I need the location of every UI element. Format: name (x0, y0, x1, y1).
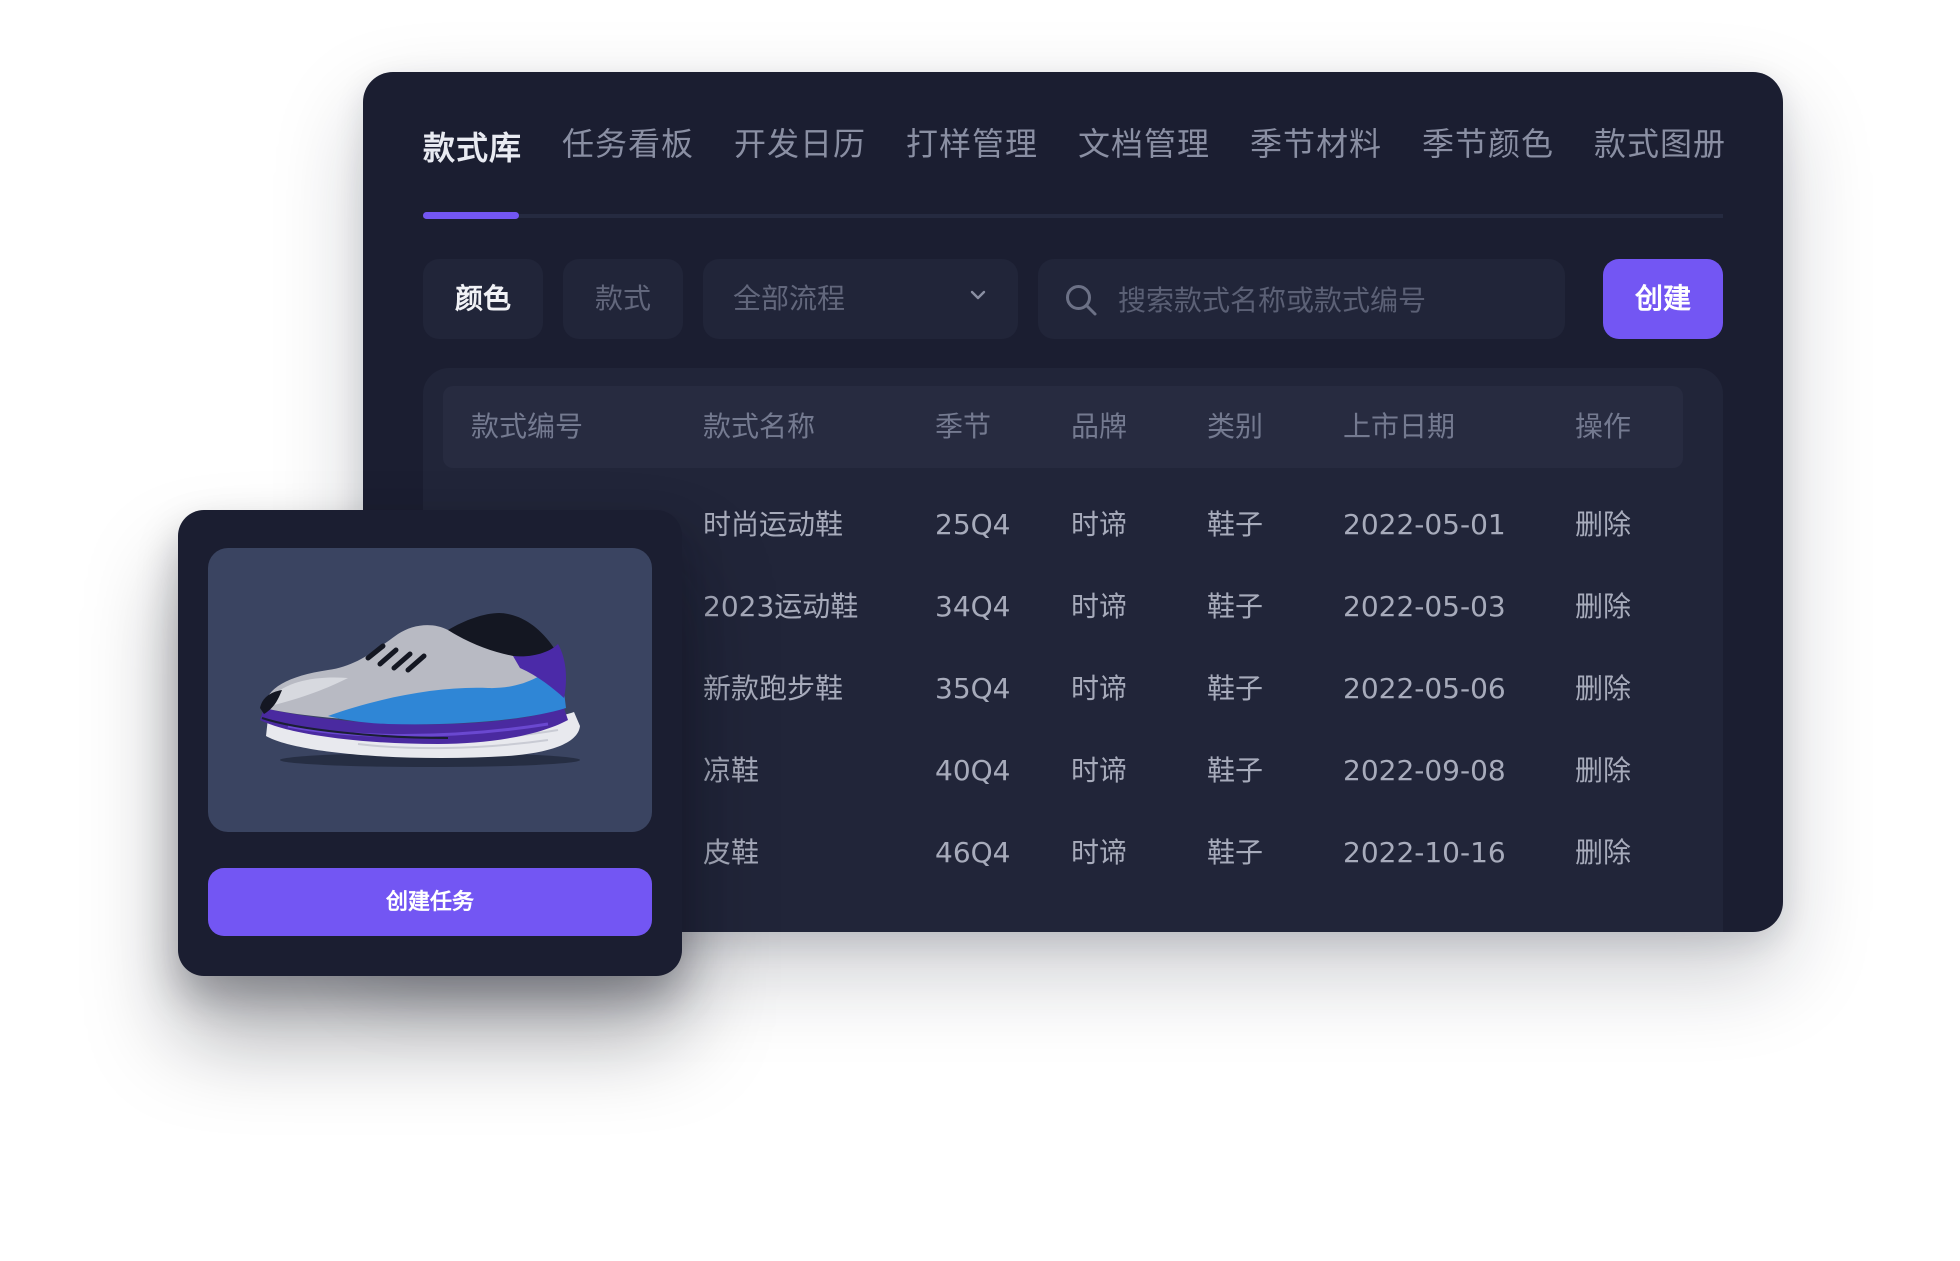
style-name-cell: 时尚运动鞋 (703, 508, 844, 541)
style-filter-chip[interactable]: 款式 (563, 259, 683, 339)
column-header-style-name: 款式名称 (703, 410, 816, 443)
tab-document-management[interactable]: 文档管理 (1078, 122, 1210, 166)
column-header-style-code: 款式编号 (471, 410, 584, 443)
tab-dev-calendar[interactable]: 开发日历 (734, 122, 866, 166)
brand-cell: 时谛 (1071, 508, 1128, 541)
launch-date-cell: 2022-05-06 (1343, 672, 1506, 705)
season-cell: 25Q4 (935, 508, 1011, 541)
delete-link[interactable]: 删除 (1575, 812, 1631, 894)
sneaker-illustration (260, 612, 580, 767)
active-tab-indicator (423, 212, 519, 219)
search-box (1038, 259, 1565, 341)
style-name-cell: 凉鞋 (703, 754, 760, 787)
season-cell: 34Q4 (935, 590, 1011, 623)
tab-season-materials[interactable]: 季节材料 (1250, 122, 1382, 166)
create-button[interactable]: 创建 (1603, 259, 1723, 339)
brand-cell: 时谛 (1071, 836, 1128, 869)
tab-style-album[interactable]: 款式图册 (1594, 122, 1726, 166)
tab-bar: 款式库 任务看板 开发日历 打样管理 文档管理 季节材料 季节颜色 款式图册 (423, 122, 1726, 192)
process-select[interactable]: 全部流程 (703, 259, 1018, 339)
column-header-category: 类别 (1207, 410, 1264, 443)
tab-style-library[interactable]: 款式库 (423, 126, 522, 170)
column-header-season: 季节 (935, 410, 992, 443)
category-cell: 鞋子 (1207, 672, 1264, 705)
season-cell: 35Q4 (935, 672, 1011, 705)
sneaker-image[interactable] (208, 548, 652, 832)
tab-sample-management[interactable]: 打样管理 (906, 122, 1038, 166)
style-preview-card: 创建任务 (178, 510, 682, 976)
brand-cell: 时谛 (1071, 672, 1128, 705)
column-header-brand: 品牌 (1071, 410, 1128, 443)
season-cell: 46Q4 (935, 836, 1011, 869)
delete-link[interactable]: 删除 (1575, 648, 1631, 730)
delete-link[interactable]: 删除 (1575, 484, 1631, 566)
table-header (443, 386, 1683, 468)
style-name-cell: 新款跑步鞋 (703, 672, 844, 705)
tab-season-colors[interactable]: 季节颜色 (1422, 122, 1554, 166)
launch-date-cell: 2022-10-16 (1343, 836, 1506, 869)
launch-date-cell: 2022-05-01 (1343, 508, 1506, 541)
column-header-launch-date: 上市日期 (1343, 410, 1456, 443)
tab-divider (423, 214, 1723, 218)
color-filter-chip[interactable]: 颜色 (423, 259, 543, 339)
launch-date-cell: 2022-09-08 (1343, 754, 1506, 787)
column-header-actions: 操作 (1575, 410, 1632, 443)
style-name-cell: 2023运动鞋 (703, 590, 859, 623)
style-name-cell: 皮鞋 (703, 836, 760, 869)
launch-date-cell: 2022-05-03 (1343, 590, 1506, 623)
create-task-button[interactable]: 创建任务 (208, 868, 652, 936)
search-icon (1066, 285, 1097, 316)
category-cell: 鞋子 (1207, 836, 1264, 869)
category-cell: 鞋子 (1207, 590, 1264, 623)
category-cell: 鞋子 (1207, 754, 1264, 787)
category-cell: 鞋子 (1207, 508, 1264, 541)
process-select-value: 全部流程 (733, 282, 846, 315)
delete-link[interactable]: 删除 (1575, 566, 1631, 648)
tab-task-board[interactable]: 任务看板 (562, 122, 694, 166)
stage: 款式库 任务看板 开发日历 打样管理 文档管理 季节材料 季节颜色 款式图册 颜… (0, 0, 1960, 1261)
delete-link[interactable]: 删除 (1575, 730, 1631, 812)
chevron-down-icon (970, 290, 986, 300)
brand-cell: 时谛 (1071, 754, 1128, 787)
search-input[interactable] (1116, 259, 1540, 341)
season-cell: 40Q4 (935, 754, 1011, 787)
brand-cell: 时谛 (1071, 590, 1128, 623)
